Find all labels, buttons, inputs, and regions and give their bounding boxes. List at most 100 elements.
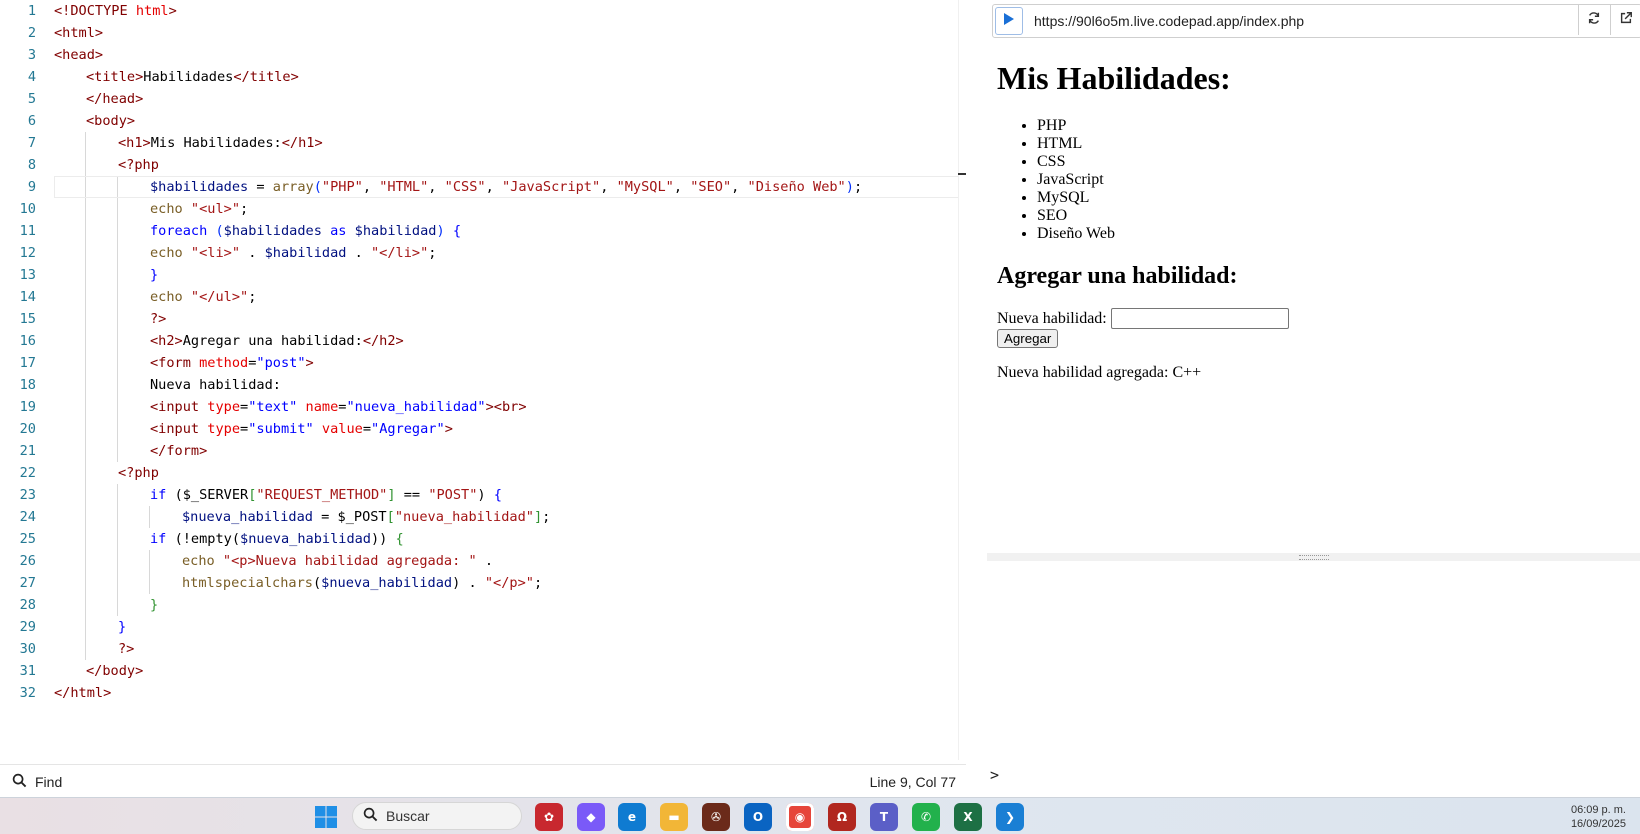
indent-guide bbox=[117, 286, 118, 308]
line-number: 13 bbox=[19, 267, 36, 283]
new-skill-input[interactable] bbox=[1110, 308, 1289, 329]
indent-guide bbox=[85, 440, 86, 462]
code-line[interactable]: 32 </html> bbox=[0, 682, 966, 704]
code-line[interactable]: 30 ?> bbox=[0, 638, 966, 660]
code-editor[interactable]: 1 <!DOCTYPE html> 2 <html> 3 <head> 4 <title>Ha… bbox=[0, 0, 968, 764]
code-line[interactable]: 28} bbox=[0, 594, 966, 616]
code-line[interactable]: 5 </head> bbox=[0, 88, 966, 110]
code-line[interactable]: 26 echo "<p>Nueva habilidad agregada: " . bbox=[0, 550, 966, 572]
refresh-button[interactable] bbox=[1578, 5, 1609, 35]
code-line[interactable]: 19 <input type="text" name="nueva_habilid… bbox=[0, 396, 966, 418]
url-text[interactable]: https://90l6o5m.live.codepad.app/index.p… bbox=[1034, 13, 1304, 29]
code-line[interactable]: 27 htmlspecialchars($nueva_habilidad) . "… bbox=[0, 572, 966, 594]
whatsapp-icon[interactable]: ✆ bbox=[912, 803, 940, 831]
start-menu-icon[interactable] bbox=[314, 805, 338, 829]
indent-guide bbox=[117, 572, 118, 594]
line-number: 19 bbox=[19, 399, 36, 415]
code-token: Habilidades bbox=[143, 69, 234, 85]
copilot-icon[interactable]: ◆ bbox=[577, 803, 605, 831]
code-token: "MySQL" bbox=[616, 179, 674, 195]
code-token: <h2> bbox=[150, 333, 183, 349]
file-explorer-icon[interactable]: ▬ bbox=[660, 803, 688, 831]
line-number: 1 bbox=[27, 3, 36, 19]
teams-icon[interactable]: T bbox=[870, 803, 898, 831]
excel-icon[interactable]: X bbox=[954, 803, 982, 831]
code-token: "nueva_habilidad" bbox=[346, 399, 486, 415]
code-token: , bbox=[428, 179, 445, 195]
code-line[interactable]: 13} bbox=[0, 264, 966, 286]
indent-guide bbox=[117, 330, 118, 352]
vscode-icon[interactable]: ❯ bbox=[996, 803, 1024, 831]
open-in-new-tab-button[interactable] bbox=[1610, 5, 1640, 35]
code-token: $_SERVER bbox=[182, 487, 249, 503]
line-number: 23 bbox=[19, 487, 36, 503]
run-button[interactable] bbox=[995, 7, 1023, 35]
code-line[interactable]: 11 foreach ($habilidades as $habilidad) { bbox=[0, 220, 966, 242]
skill-item: Diseño Web bbox=[1037, 225, 1617, 243]
code-line[interactable]: 2 <html> bbox=[0, 22, 966, 44]
edge-browser-icon[interactable]: e bbox=[618, 803, 646, 831]
line-text: foreach ($habilidades as $habilidad) { bbox=[150, 220, 461, 242]
code-token: , bbox=[731, 179, 748, 195]
code-line[interactable]: 7 <h1>Mis Habilidades:</h1> bbox=[0, 132, 966, 154]
line-number: 4 bbox=[27, 69, 36, 85]
code-token: "<li>" bbox=[190, 245, 241, 261]
find-button[interactable]: Find bbox=[12, 773, 62, 791]
line-text: <h2>Agregar una habilidad:</h2> bbox=[150, 330, 404, 352]
pane-separator[interactable] bbox=[966, 0, 986, 797]
taskbar-search[interactable]: Buscar bbox=[352, 802, 522, 830]
agregar-button[interactable]: Agregar bbox=[997, 329, 1059, 348]
indent-guide bbox=[117, 396, 118, 418]
code-line[interactable]: 20 <input type="submit" value="Agregar"> bbox=[0, 418, 966, 440]
code-line[interactable]: 22 <?php bbox=[0, 462, 966, 484]
code-line[interactable]: 12 echo "<li>" . $habilidad . "</li>"; bbox=[0, 242, 966, 264]
code-line[interactable]: 6 <body> bbox=[0, 110, 966, 132]
code-token: <form bbox=[150, 355, 200, 371]
code-area[interactable]: 1 <!DOCTYPE html> 2 <html> 3 <head> 4 <title>Ha… bbox=[0, 0, 966, 710]
code-token: > bbox=[444, 421, 453, 437]
indent-guide bbox=[85, 176, 86, 198]
code-token: = bbox=[312, 509, 338, 525]
widgets-icon[interactable]: ✿ bbox=[535, 803, 563, 831]
indent-guide bbox=[85, 550, 86, 572]
code-line[interactable]: 31 </body> bbox=[0, 660, 966, 682]
code-token: <h1> bbox=[118, 135, 151, 151]
code-line[interactable]: 8 <?php bbox=[0, 154, 966, 176]
code-token: ( bbox=[312, 575, 322, 591]
line-text: } bbox=[118, 616, 126, 638]
code-line[interactable]: 23 if ($_SERVER["REQUEST_METHOD"] == "POS… bbox=[0, 484, 966, 506]
console-prompt[interactable]: > bbox=[990, 766, 999, 784]
code-token: <!DOCTYPE bbox=[54, 3, 136, 19]
code-token: "JavaScript" bbox=[501, 179, 601, 195]
preview-console-divider[interactable] bbox=[987, 553, 1640, 561]
code-token: ( bbox=[313, 179, 322, 195]
code-line[interactable]: 4 <title>Habilidades</title> bbox=[0, 66, 966, 88]
code-line[interactable]: 21 </form> bbox=[0, 440, 966, 462]
code-token: = bbox=[240, 399, 249, 415]
code-line[interactable]: 9 $habilidades = array("PHP", "HTML", "CS… bbox=[0, 176, 966, 198]
code-line[interactable]: 25 if (!empty($nueva_habilidad)) { bbox=[0, 528, 966, 550]
code-line[interactable]: 16 <h2>Agregar una habilidad:</h2> bbox=[0, 330, 966, 352]
code-line[interactable]: 18 Nueva habilidad: bbox=[0, 374, 966, 396]
code-line[interactable]: 3 <head> bbox=[0, 44, 966, 66]
code-token: { bbox=[444, 223, 462, 239]
code-line[interactable]: 1 <!DOCTYPE html> bbox=[0, 0, 966, 22]
clock[interactable]: 06:09 p. m. 16/09/2025 bbox=[1571, 803, 1626, 831]
code-line[interactable]: 29} bbox=[0, 616, 966, 638]
code-token: "post" bbox=[256, 355, 306, 371]
code-token: if bbox=[150, 487, 175, 503]
app-ring-icon[interactable]: Ω bbox=[828, 803, 856, 831]
code-line[interactable]: 10 echo "<ul>"; bbox=[0, 198, 966, 220]
chrome-browser-icon[interactable]: ◉ bbox=[786, 803, 814, 831]
outlook-icon[interactable]: O bbox=[744, 803, 772, 831]
code-line[interactable]: 17 <form method="post"> bbox=[0, 352, 966, 374]
taskbar: Buscar ✿ ◆ e ▬ ✇ O ◉ Ω T ✆ X ❯ 06:09 p. m. 16/09/20… bbox=[0, 797, 1640, 834]
line-text: <input type="text" name="nueva_habilidad… bbox=[150, 396, 527, 418]
code-line[interactable]: 14 echo "</ul>"; bbox=[0, 286, 966, 308]
indent-guide bbox=[85, 132, 86, 154]
code-token: </head> bbox=[86, 91, 144, 107]
line-text: echo "<p>Nueva habilidad agregada: " . bbox=[182, 550, 493, 572]
code-line[interactable]: 24 $nueva_habilidad = $_POST["nueva_habil… bbox=[0, 506, 966, 528]
app-wheel-icon[interactable]: ✇ bbox=[702, 803, 730, 831]
code-line[interactable]: 15 ?> bbox=[0, 308, 966, 330]
